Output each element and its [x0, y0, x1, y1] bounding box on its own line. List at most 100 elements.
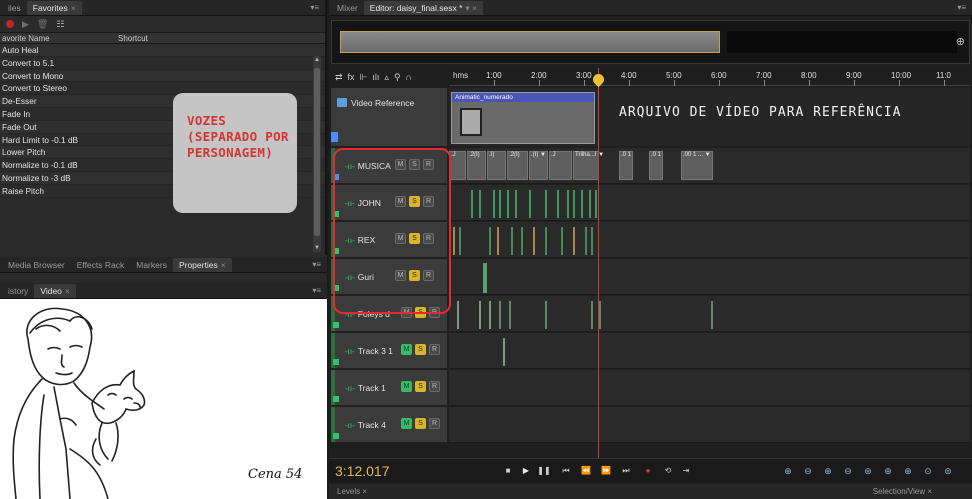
tab-editor[interactable]: Editor: daisy_final.sesx * ▾ × — [363, 0, 483, 15]
stop-icon[interactable]: ■ — [501, 464, 515, 478]
go-to-start-icon[interactable]: ⏮ — [559, 464, 573, 478]
mute-button[interactable]: M — [401, 344, 412, 355]
audio-clip[interactable]: .(I) ▼ — [529, 151, 548, 180]
track-header-video[interactable]: Video Reference — [331, 88, 447, 146]
fx-icon[interactable]: fx — [348, 72, 355, 82]
track-lane-video[interactable]: Animatic_numerado ARQUIVO DE VÍDEO PARA … — [449, 88, 970, 146]
ruler-tick-label: 6:00 — [711, 71, 727, 80]
column-shortcut[interactable]: Shortcut — [118, 34, 148, 43]
audio-clip[interactable]: .00 1 ... ▼ — [681, 151, 713, 180]
skip-icon[interactable]: ⇥ — [679, 464, 693, 478]
tab-history[interactable]: istory — [2, 284, 34, 298]
audio-clip[interactable]: .2(I) — [467, 151, 486, 180]
mute-button[interactable]: M — [401, 381, 412, 392]
zoom-full-icon[interactable]: ⊛ — [861, 464, 875, 478]
zoom-out-amplitude-icon[interactable]: ⊖ — [801, 464, 815, 478]
favorites-scrollbar[interactable]: ▲ ▼ — [313, 56, 321, 252]
panel-menu-icon[interactable]: ▾≡ — [957, 3, 966, 12]
close-icon[interactable]: × — [71, 3, 76, 13]
list-icon[interactable]: ☷ — [56, 19, 64, 30]
tab-mixer[interactable]: Mixer — [331, 1, 364, 15]
tab-markers[interactable]: Markers — [130, 258, 173, 272]
audio-clip[interactable]: .I) — [487, 151, 506, 180]
scrollbar-thumb[interactable] — [314, 68, 320, 236]
zoom-all-tracks-icon[interactable]: ⊜ — [941, 464, 955, 478]
zoom-in-time-icon[interactable]: ⊕ — [821, 464, 835, 478]
playhead[interactable] — [598, 68, 599, 466]
tab-video[interactable]: Video × — [34, 283, 76, 298]
track-lane[interactable] — [449, 296, 970, 332]
waveform-spike — [503, 337, 505, 366]
track-header[interactable]: -ıı- Track 1 MSR — [331, 370, 447, 406]
fast-forward-icon[interactable]: ⏩ — [599, 464, 613, 478]
play-favorite-icon[interactable]: ▶ — [22, 19, 29, 30]
audio-clip[interactable]: .0 1 — [619, 151, 633, 180]
track-lane[interactable] — [449, 222, 970, 258]
solo-button[interactable]: S — [415, 418, 426, 429]
session-overview[interactable]: ⊕ — [331, 20, 970, 64]
tab-favorites[interactable]: Favorites × — [26, 0, 82, 15]
editor-menu-icon[interactable]: ▾ × — [465, 3, 477, 13]
eq-icon[interactable]: ⚲ — [394, 72, 401, 83]
zoom-out-time-icon[interactable]: ⊖ — [841, 464, 855, 478]
panel-menu-icon[interactable]: ▾≡ — [310, 3, 319, 12]
track-lane[interactable] — [449, 407, 970, 443]
track-lane[interactable]: .J .2(I) .I) .2(I) .(I) ▼ .J Trilha...I ▼ .0 1.… — [449, 148, 970, 184]
tab-files[interactable]: iles — [2, 1, 27, 15]
time-ruler[interactable]: hms 1:00 2:00 3:00 4:00 5:00 6:00 7:00 8:00 9:00… — [449, 68, 970, 86]
track-lane[interactable] — [449, 370, 970, 406]
favorite-item[interactable]: Auto Heal — [0, 44, 325, 57]
column-favorite-name[interactable]: avorite Name — [0, 34, 118, 43]
swap-icon[interactable]: ⇄ — [335, 72, 343, 83]
audio-clip[interactable]: .0 1 — [649, 151, 663, 180]
zoom-in-end-icon[interactable]: ⊕ — [901, 464, 915, 478]
delete-favorite-icon[interactable]: 🗑 — [37, 19, 48, 30]
tab-selection-view[interactable]: Selection/View × — [873, 487, 932, 496]
play-icon[interactable]: ▶ — [519, 464, 533, 478]
audio-clip[interactable]: .J — [549, 151, 572, 180]
audio-clip[interactable]: Trilha...I ▼ — [573, 151, 604, 180]
record-arm-button[interactable]: R — [429, 344, 440, 355]
track-lane[interactable] — [449, 333, 970, 369]
pause-icon[interactable]: ❚❚ — [537, 464, 551, 478]
timecode-display[interactable]: 3:12.017 — [335, 463, 390, 479]
sends-icon[interactable]: ▵ — [384, 72, 389, 83]
close-icon[interactable]: × — [221, 260, 226, 270]
video-clip[interactable]: Animatic_numerado — [451, 92, 595, 144]
record-arm-button[interactable]: R — [429, 418, 440, 429]
close-icon[interactable]: × — [65, 286, 70, 296]
track-header[interactable]: -ıı- Track 4 MSR — [331, 407, 447, 443]
meter-icon[interactable]: ılı — [372, 72, 379, 82]
audio-clip[interactable]: .J — [449, 151, 466, 180]
tab-properties[interactable]: Properties × — [172, 257, 232, 272]
loop-icon[interactable]: ⟲ — [661, 464, 675, 478]
zoom-in-start-icon[interactable]: ⊕ — [881, 464, 895, 478]
zoom-in-amplitude-icon[interactable]: ⊕ — [781, 464, 795, 478]
io-icon[interactable]: ⊩ — [360, 72, 368, 83]
go-to-end-icon[interactable]: ⏭ — [619, 464, 633, 478]
audio-clip[interactable]: .2(I) — [507, 151, 528, 180]
tab-effects-rack[interactable]: Effects Rack — [71, 258, 131, 272]
scroll-down-icon[interactable]: ▼ — [313, 244, 321, 252]
tab-levels[interactable]: Levels × — [337, 487, 367, 496]
scroll-up-icon[interactable]: ▲ — [313, 56, 321, 64]
zoom-selection-icon[interactable]: ⊙ — [921, 464, 935, 478]
rewind-icon[interactable]: ⏪ — [579, 464, 593, 478]
panel-menu-icon[interactable]: ▾≡ — [312, 260, 321, 269]
record-arm-button[interactable]: R — [429, 381, 440, 392]
track-lane[interactable] — [449, 259, 970, 295]
mute-button[interactable]: M — [401, 418, 412, 429]
zoom-icon[interactable]: ⊕ — [956, 35, 965, 48]
overview-visible-range[interactable] — [340, 31, 720, 53]
panel-menu-icon[interactable]: ▾≡ — [312, 286, 321, 295]
track-lane[interactable] — [449, 185, 970, 221]
tab-media-browser[interactable]: Media Browser — [2, 258, 71, 272]
favorite-item[interactable]: Convert to Mono — [0, 69, 325, 83]
favorite-item[interactable]: Convert to 5.1 — [0, 57, 325, 70]
record-favorite-icon[interactable] — [6, 20, 14, 28]
record-icon[interactable]: ● — [641, 464, 655, 478]
solo-button[interactable]: S — [415, 344, 426, 355]
track-header[interactable]: -ıı- Track 3 1 MSR — [331, 333, 447, 369]
solo-button[interactable]: S — [415, 381, 426, 392]
headphones-icon[interactable]: ∩ — [406, 72, 412, 82]
